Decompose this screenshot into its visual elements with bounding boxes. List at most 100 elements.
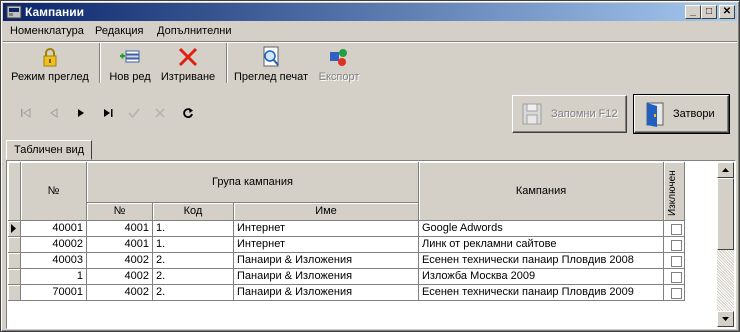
header-excluded[interactable]: Изключен [664,162,685,221]
cell-group-name[interactable]: Интернет [234,221,419,237]
first-record-icon [21,108,31,118]
header-excluded-label: Изключен [667,170,678,216]
data-grid: № Група кампания № Код Име Кампания Изкл… [6,160,736,329]
view-mode-label: Режим преглед [11,71,89,83]
cell-excluded [664,237,685,253]
cell-group-code[interactable]: 2. [153,253,234,269]
cell-number[interactable]: 70001 [21,285,87,301]
next-record-button[interactable] [70,103,92,123]
refresh-button[interactable] [177,103,199,123]
cell-group-number[interactable]: 4001 [87,221,153,237]
arrow-up-icon [722,168,729,172]
save-button[interactable]: Запомни F12 [512,95,627,133]
cell-group-name[interactable]: Панаири & Изложения [234,285,419,301]
cell-group-number[interactable]: 4002 [87,253,153,269]
header-group[interactable]: Група кампания [87,162,419,203]
excluded-checkbox[interactable] [671,272,682,283]
close-label: Затвори [673,108,715,120]
window: Кампании _ □ ✕ Номенклатура Редакция Доп… [0,0,740,332]
save-icon [522,103,542,125]
excluded-checkbox[interactable] [671,256,682,267]
new-row-button[interactable]: Нов ред [105,45,155,87]
delete-button[interactable]: Изтриване [157,45,219,87]
cell-group-number[interactable]: 4002 [87,269,153,285]
cell-group-code[interactable]: 2. [153,269,234,285]
new-row-icon [120,50,140,63]
cell-number[interactable]: 40003 [21,253,87,269]
close-window-button[interactable]: ✕ [719,5,735,19]
app-icon [6,5,22,19]
row-indicator[interactable] [8,221,21,237]
cell-group-number[interactable]: 4001 [87,237,153,253]
excluded-checkbox[interactable] [671,224,682,235]
new-row-label: Нов ред [109,71,151,83]
header-campaign[interactable]: Кампания [419,162,664,221]
cell-number[interactable]: 40001 [21,221,87,237]
minimize-icon: _ [690,6,696,17]
print-preview-button[interactable]: Преглед печат [232,45,310,87]
print-preview-label: Преглед печат [233,71,309,83]
cell-excluded [664,253,685,269]
cell-number[interactable]: 1 [21,269,87,285]
cancel-icon [155,108,165,118]
tab-table-view[interactable]: Табличен вид [6,140,93,160]
scroll-up-button[interactable] [717,162,734,178]
cell-excluded [664,221,685,237]
cell-campaign[interactable]: Есенен технически панаир Пловдив 2008 [419,253,664,269]
last-record-icon [104,109,113,117]
menu-edit[interactable]: Редакция [95,25,143,37]
next-record-icon [78,109,84,117]
cell-campaign[interactable]: Линк от рекламни сайтове [419,237,664,253]
refresh-icon [183,108,193,118]
cell-group-code[interactable]: 1. [153,221,234,237]
excluded-checkbox[interactable] [671,288,682,299]
menu-nomenclature[interactable]: Номенклатура [10,25,84,37]
arrow-down-icon [722,317,729,321]
menu-additional[interactable]: Допълнителни [157,25,231,37]
previous-record-icon [50,108,58,118]
row-indicator[interactable] [8,285,21,301]
cell-group-code[interactable]: 2. [153,285,234,301]
cell-group-number[interactable]: 4002 [87,285,153,301]
header-group-number[interactable]: № [87,203,153,221]
export-label: Експорт [318,71,360,83]
lock-icon [43,48,57,67]
scroll-thumb[interactable] [717,178,734,250]
header-group-name[interactable]: Име [234,203,419,221]
close-button[interactable]: Затвори [633,94,730,134]
view-mode-button[interactable]: Режим преглед [9,45,91,87]
maximize-icon: □ [705,6,713,17]
export-icon [330,49,347,66]
last-record-button[interactable] [97,103,119,123]
vertical-scrollbar[interactable] [717,162,734,327]
header-group-code[interactable]: Код [153,203,234,221]
first-record-button[interactable] [15,103,37,123]
header-number[interactable]: № [21,162,87,221]
cancel-edit-button[interactable] [149,103,171,123]
cell-group-code[interactable]: 1. [153,237,234,253]
delete-icon [178,47,198,67]
maximize-button[interactable]: □ [701,5,717,19]
row-indicator[interactable] [8,237,21,253]
cell-number[interactable]: 40002 [21,237,87,253]
minimize-button[interactable]: _ [685,5,701,19]
close-icon: ✕ [722,6,732,17]
row-indicator[interactable] [8,253,21,269]
post-edit-button[interactable] [123,103,145,123]
scroll-down-button[interactable] [717,311,734,327]
cell-campaign[interactable]: Есенен технически панаир Пловдив 2009 [419,285,664,301]
export-button[interactable]: Експорт [315,45,363,87]
cell-campaign[interactable]: Изложба Москва 2009 [419,269,664,285]
delete-label: Изтриване [160,71,216,83]
excluded-checkbox[interactable] [671,240,682,251]
cell-group-name[interactable]: Панаири & Изложения [234,269,419,285]
cell-excluded [664,269,685,285]
cell-group-name[interactable]: Панаири & Изложения [234,253,419,269]
cell-campaign[interactable]: Google Adwords [419,221,664,237]
previous-record-button[interactable] [43,103,65,123]
print-preview-icon [263,46,279,67]
cell-group-name[interactable]: Интернет [234,237,419,253]
door-exit-icon [646,102,664,127]
toolbar: Режим преглед Нов ред Изтриване Преглед … [3,43,737,87]
row-indicator[interactable] [8,269,21,285]
